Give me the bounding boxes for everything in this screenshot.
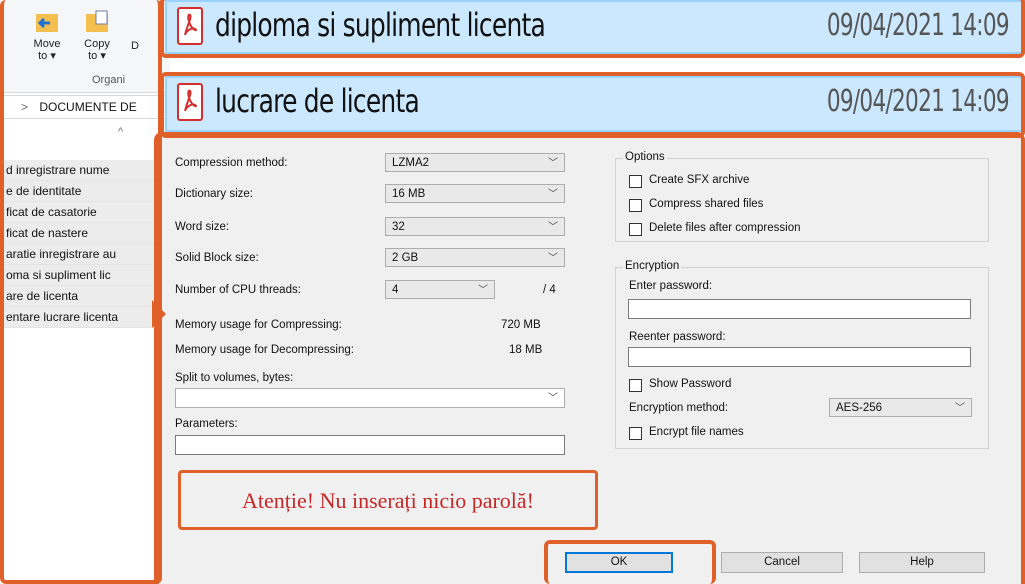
ok-annotation-outline: [544, 540, 716, 584]
warning-callout: Atenție! Nu inserați nicio parolă!: [178, 470, 598, 530]
explorer-annotation-outline: [0, 0, 162, 584]
warning-text: Atenție! Nu inserați nicio parolă!: [241, 488, 534, 513]
file-row-annotation-outline: [160, 0, 1025, 58]
file-row-annotation-outline: [160, 72, 1025, 138]
arrow-icon: [152, 300, 166, 328]
